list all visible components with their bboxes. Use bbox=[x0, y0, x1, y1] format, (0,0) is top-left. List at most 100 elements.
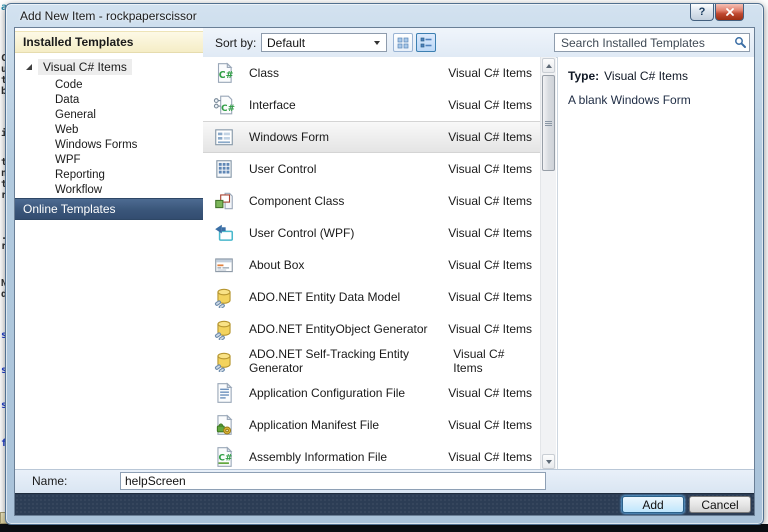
list-item-label: User Control (WPF) bbox=[249, 226, 355, 240]
list-item[interactable]: About Box Visual C# Items bbox=[203, 249, 540, 281]
list-item-label: User Control bbox=[249, 162, 317, 176]
sort-dropdown-value: Default bbox=[267, 35, 306, 50]
sidebar-category-item[interactable]: Code bbox=[15, 78, 203, 93]
sidebar-category-item[interactable]: Workflow bbox=[15, 183, 203, 198]
list-item-category: Visual C# Items bbox=[448, 98, 532, 112]
list-item-label: ADO.NET Entity Data Model bbox=[249, 290, 401, 304]
sort-dropdown[interactable]: Default bbox=[261, 33, 387, 52]
list-item-category: Visual C# Items bbox=[448, 66, 532, 80]
online-templates-header[interactable]: Online Templates bbox=[15, 198, 203, 220]
manifest-file-icon bbox=[213, 414, 235, 436]
sidebar-item-visual-csharp-items[interactable]: Visual C# Items bbox=[15, 58, 203, 75]
triangle-down-icon bbox=[545, 459, 552, 464]
close-button[interactable] bbox=[715, 4, 744, 21]
type-value: Visual C# Items bbox=[604, 69, 688, 83]
list-item[interactable]: Application Configuration File Visual C#… bbox=[203, 377, 540, 409]
list-item-category: Visual C# Items bbox=[448, 130, 532, 144]
list-item-label: Interface bbox=[249, 98, 296, 112]
sidebar-category-item[interactable]: WPF bbox=[15, 153, 203, 168]
assembly-info-icon bbox=[213, 446, 235, 468]
search-icon[interactable] bbox=[731, 36, 749, 49]
list-item-category: Visual C# Items bbox=[453, 347, 505, 375]
template-list: Class Visual C# Items Interface Visual C… bbox=[203, 57, 540, 470]
windows-form-icon bbox=[213, 126, 235, 148]
type-label: Type: bbox=[568, 69, 600, 83]
scroll-down-button[interactable] bbox=[542, 454, 555, 469]
tree-root-label: Visual C# Items bbox=[38, 58, 132, 75]
list-item[interactable]: Windows Form Visual C# Items bbox=[203, 121, 540, 153]
config-file-icon bbox=[213, 382, 235, 404]
dialog-footer: Add Cancel bbox=[15, 493, 754, 515]
list-item-label: About Box bbox=[249, 258, 305, 272]
cancel-button[interactable]: Cancel bbox=[689, 496, 751, 513]
list-item-label: Class bbox=[249, 66, 280, 80]
list-item[interactable]: Assembly Information File Visual C# Item… bbox=[203, 441, 540, 470]
list-item-label: ADO.NET Self-Tracking Entity Generator bbox=[249, 347, 410, 375]
help-icon: ? bbox=[698, 6, 706, 18]
triangle-up-icon bbox=[545, 63, 552, 68]
small-icons-icon bbox=[397, 37, 409, 48]
chevron-down-icon bbox=[374, 40, 380, 45]
add-button[interactable]: Add bbox=[622, 496, 684, 513]
name-label: Name: bbox=[32, 474, 68, 488]
list-item[interactable]: Application Manifest File Visual C# Item… bbox=[203, 409, 540, 441]
list-item[interactable]: Class Visual C# Items bbox=[203, 57, 540, 89]
csharp-interface-icon bbox=[213, 94, 235, 116]
sidebar-category-item[interactable]: Web bbox=[15, 123, 203, 138]
sidebar-category-item[interactable]: Reporting bbox=[15, 168, 203, 183]
wpf-control-icon bbox=[213, 222, 235, 244]
list-item-category: Visual C# Items bbox=[448, 258, 532, 272]
list-item[interactable]: ADO.NET Self-Tracking Entity Generator V… bbox=[203, 345, 540, 377]
list-item[interactable]: Interface Visual C# Items bbox=[203, 89, 540, 121]
component-class-icon bbox=[213, 190, 235, 212]
sort-search-toolbar: Sort by: Default bbox=[203, 28, 754, 58]
list-scrollbar[interactable] bbox=[540, 57, 556, 470]
list-item-label: Windows Form bbox=[249, 130, 330, 144]
list-item-label: Component Class bbox=[249, 194, 345, 208]
list-item-label: Application Manifest File bbox=[249, 418, 380, 432]
large-icons-view-button[interactable] bbox=[416, 33, 436, 52]
name-input[interactable] bbox=[120, 472, 546, 490]
sidebar-category-item[interactable]: Windows Forms bbox=[15, 138, 203, 153]
list-item-label: ADO.NET EntityObject Generator bbox=[249, 322, 428, 336]
sidebar-category-list: Code Data General Web Windows Forms WPF Report… bbox=[15, 78, 203, 198]
about-box-icon bbox=[213, 254, 235, 276]
list-item-label: Assembly Information File bbox=[249, 450, 388, 464]
list-item-category: Visual C# Items bbox=[448, 162, 532, 176]
list-item-category: Visual C# Items bbox=[448, 290, 532, 304]
list-item[interactable]: User Control (WPF) Visual C# Items bbox=[203, 217, 540, 249]
list-item-category: Visual C# Items bbox=[448, 418, 532, 432]
dialog-client-area: Installed Templates Visual C# Items Code… bbox=[14, 27, 755, 516]
list-item-category: Visual C# Items bbox=[448, 226, 532, 240]
template-type-line: Type: Visual C# Items bbox=[568, 69, 744, 83]
template-description: A blank Windows Form bbox=[568, 93, 691, 107]
list-item-category: Visual C# Items bbox=[448, 194, 532, 208]
background-bottom-strip bbox=[0, 524, 768, 532]
list-item-category: Visual C# Items bbox=[448, 322, 532, 336]
templates-sidebar: Installed Templates Visual C# Items Code… bbox=[15, 28, 204, 470]
name-row: Name: bbox=[15, 469, 754, 494]
dialog-title: Add New Item - rockpaperscissor bbox=[20, 9, 197, 23]
database-icon bbox=[213, 318, 235, 340]
add-new-item-dialog: Add New Item - rockpaperscissor ? Instal… bbox=[5, 3, 764, 525]
expand-triangle-icon[interactable] bbox=[25, 63, 33, 71]
close-icon bbox=[725, 8, 734, 16]
help-button[interactable]: ? bbox=[690, 4, 714, 21]
list-item[interactable]: Component Class Visual C# Items bbox=[203, 185, 540, 217]
csharp-class-icon bbox=[213, 62, 235, 84]
small-icons-view-button[interactable] bbox=[393, 33, 413, 52]
list-item-category: Visual C# Items bbox=[448, 450, 532, 464]
search-input[interactable] bbox=[555, 34, 731, 51]
sidebar-category-item[interactable]: General bbox=[15, 108, 203, 123]
scroll-up-button[interactable] bbox=[542, 58, 555, 73]
database-icon bbox=[213, 350, 235, 372]
installed-templates-header[interactable]: Installed Templates bbox=[15, 31, 203, 53]
large-icons-icon bbox=[420, 37, 432, 47]
scrollbar-thumb[interactable] bbox=[542, 75, 555, 171]
sidebar-category-item[interactable]: Data bbox=[15, 93, 203, 108]
list-item[interactable]: ADO.NET EntityObject Generator Visual C#… bbox=[203, 313, 540, 345]
search-box bbox=[554, 33, 750, 52]
list-item[interactable]: User Control Visual C# Items bbox=[203, 153, 540, 185]
list-item-category: Visual C# Items bbox=[448, 386, 532, 400]
list-item[interactable]: ADO.NET Entity Data Model Visual C# Item… bbox=[203, 281, 540, 313]
